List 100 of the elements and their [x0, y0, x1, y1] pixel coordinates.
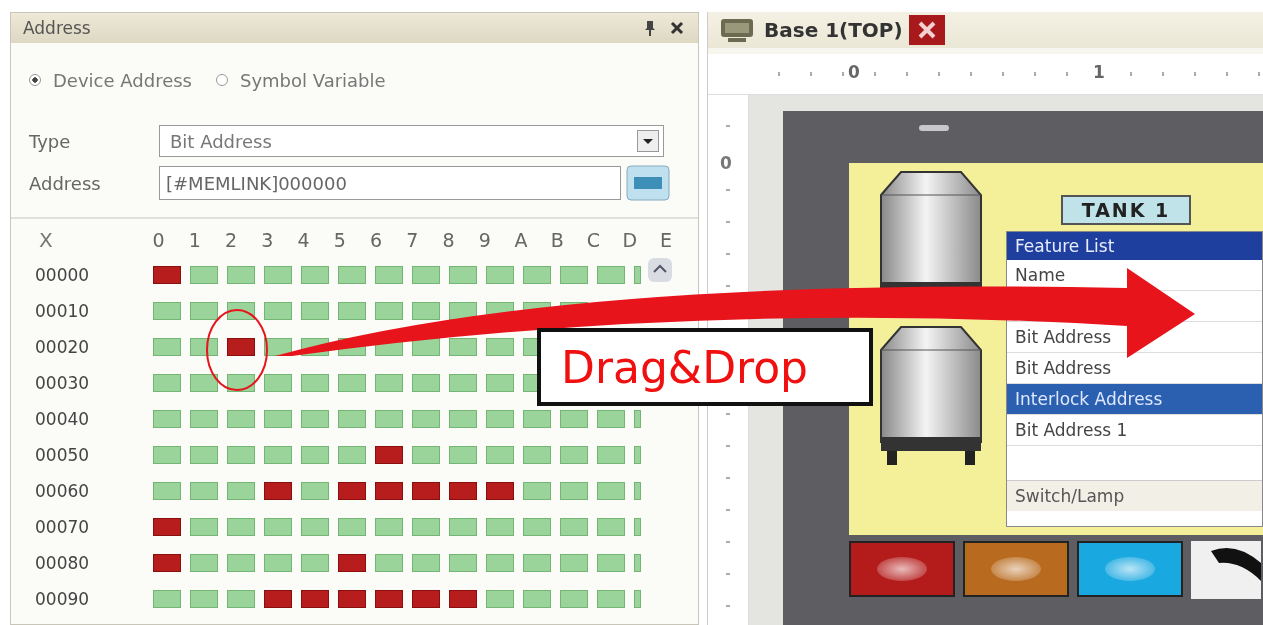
bit-cell[interactable]: [449, 374, 477, 392]
bit-cell[interactable]: [523, 590, 551, 608]
bit-cell[interactable]: [597, 266, 625, 284]
bit-cell[interactable]: [412, 590, 440, 608]
bit-cell[interactable]: [449, 518, 477, 536]
bit-cell[interactable]: [486, 374, 514, 392]
bit-cell[interactable]: [449, 338, 477, 356]
bit-cell[interactable]: [153, 446, 181, 464]
bit-cell[interactable]: [560, 266, 588, 284]
bit-cell[interactable]: [338, 446, 366, 464]
bit-cell[interactable]: [375, 554, 403, 572]
bit-cell[interactable]: [338, 590, 366, 608]
bit-cell[interactable]: [597, 446, 625, 464]
bit-cell[interactable]: [449, 554, 477, 572]
bit-cell[interactable]: [338, 266, 366, 284]
bit-cell[interactable]: [264, 518, 292, 536]
bit-cell[interactable]: [153, 590, 181, 608]
bit-cell[interactable]: [449, 410, 477, 428]
bit-cell[interactable]: [412, 518, 440, 536]
bit-cell[interactable]: [338, 410, 366, 428]
bit-cell[interactable]: [375, 590, 403, 608]
bit-cell[interactable]: [375, 518, 403, 536]
bit-cell[interactable]: [449, 266, 477, 284]
bit-cell[interactable]: [264, 410, 292, 428]
bit-cell[interactable]: [634, 446, 641, 464]
close-icon[interactable]: [908, 15, 945, 45]
bit-cell[interactable]: [412, 266, 440, 284]
bit-cell[interactable]: [264, 266, 292, 284]
bit-cell[interactable]: [227, 338, 255, 356]
bit-cell[interactable]: [301, 590, 329, 608]
bit-cell[interactable]: [486, 446, 514, 464]
bit-cell[interactable]: [190, 554, 218, 572]
bit-cell[interactable]: [560, 590, 588, 608]
bit-cell[interactable]: [486, 554, 514, 572]
bit-cell[interactable]: [264, 446, 292, 464]
bit-cell[interactable]: [190, 446, 218, 464]
bit-cell[interactable]: [338, 518, 366, 536]
radio-button[interactable]: [29, 74, 41, 86]
bit-cell[interactable]: [190, 482, 218, 500]
bit-cell[interactable]: [634, 518, 641, 536]
bit-cell[interactable]: [227, 266, 255, 284]
bit-cell[interactable]: [190, 590, 218, 608]
bit-cell[interactable]: [486, 410, 514, 428]
bit-cell[interactable]: [523, 266, 551, 284]
bit-cell[interactable]: [301, 554, 329, 572]
bit-cell[interactable]: [301, 374, 329, 392]
bit-cell[interactable]: [375, 266, 403, 284]
bit-cell[interactable]: [486, 266, 514, 284]
bit-cell[interactable]: [560, 482, 588, 500]
bit-cell[interactable]: [634, 590, 641, 608]
bit-cell[interactable]: [264, 590, 292, 608]
bit-cell[interactable]: [301, 446, 329, 464]
bit-cell[interactable]: [190, 518, 218, 536]
bit-cell[interactable]: [153, 410, 181, 428]
bit-cell[interactable]: [486, 338, 514, 356]
bit-cell[interactable]: [153, 482, 181, 500]
bit-cell[interactable]: [227, 482, 255, 500]
bit-cell[interactable]: [264, 374, 292, 392]
bit-cell[interactable]: [190, 338, 218, 356]
bit-cell[interactable]: [153, 338, 181, 356]
bit-cell[interactable]: [597, 554, 625, 572]
bit-cell[interactable]: [523, 554, 551, 572]
scroll-up-icon[interactable]: [647, 257, 673, 283]
bit-cell[interactable]: [560, 446, 588, 464]
close-icon[interactable]: [670, 21, 684, 35]
bit-cell[interactable]: [301, 482, 329, 500]
bit-cell[interactable]: [449, 590, 477, 608]
bit-cell[interactable]: [412, 410, 440, 428]
bit-cell[interactable]: [190, 266, 218, 284]
bit-cell[interactable]: [597, 410, 625, 428]
bit-cell[interactable]: [190, 374, 218, 392]
address-input[interactable]: [#MEMLINK]000000: [159, 166, 621, 200]
bit-cell[interactable]: [227, 590, 255, 608]
bit-cell[interactable]: [634, 482, 641, 500]
bit-cell[interactable]: [338, 554, 366, 572]
bit-cell[interactable]: [338, 374, 366, 392]
bit-cell[interactable]: [153, 302, 181, 320]
keypad-icon[interactable]: [626, 165, 670, 201]
bit-cell[interactable]: [523, 482, 551, 500]
bit-cell[interactable]: [523, 446, 551, 464]
bit-cell[interactable]: [449, 482, 477, 500]
bit-cell[interactable]: [301, 266, 329, 284]
bit-cell[interactable]: [375, 410, 403, 428]
bit-cell[interactable]: [634, 266, 641, 284]
bit-cell[interactable]: [486, 482, 514, 500]
bit-cell[interactable]: [301, 302, 329, 320]
bit-cell[interactable]: [227, 518, 255, 536]
bit-cell[interactable]: [634, 554, 641, 572]
pin-icon[interactable]: [644, 20, 656, 36]
bit-cell[interactable]: [338, 302, 366, 320]
bit-cell[interactable]: [190, 302, 218, 320]
bit-cell[interactable]: [560, 410, 588, 428]
bit-cell[interactable]: [597, 590, 625, 608]
bit-cell[interactable]: [560, 554, 588, 572]
bit-cell[interactable]: [412, 446, 440, 464]
bit-cell[interactable]: [264, 482, 292, 500]
radio-button[interactable]: [215, 74, 228, 86]
bit-cell[interactable]: [449, 446, 477, 464]
bit-cell[interactable]: [227, 446, 255, 464]
bit-cell[interactable]: [264, 554, 292, 572]
